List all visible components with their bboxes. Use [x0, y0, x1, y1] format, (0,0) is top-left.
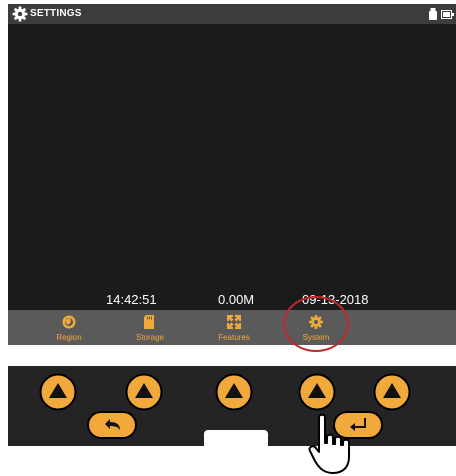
up-button[interactable]: [125, 373, 163, 411]
region-icon: [62, 315, 76, 329]
title-bar: SETTINGS: [8, 4, 456, 24]
storage-readout: 0.00M: [218, 292, 255, 307]
up-button[interactable]: [215, 373, 253, 411]
menu-item-label: Storage: [135, 333, 165, 342]
menu-item-label: Region: [56, 333, 82, 342]
device-screen: SETTINGS 14:42:51 0.00M 09-13-2018 Regio…: [8, 4, 456, 345]
panel-notch: [204, 430, 268, 454]
menu-item-region[interactable]: Region: [31, 310, 107, 345]
menu-item-storage[interactable]: Storage: [112, 310, 188, 345]
settings-menu: Region Storage Features System: [8, 310, 456, 345]
usb-icon: [429, 8, 437, 20]
menu-item-features[interactable]: Features: [196, 310, 272, 345]
battery-icon: [441, 10, 454, 19]
pointing-hand-icon: [308, 413, 350, 474]
time-readout: 14:42:51: [106, 292, 157, 307]
up-button[interactable]: [298, 373, 336, 411]
gear-icon: [12, 6, 28, 22]
sd-card-icon: [144, 315, 154, 329]
up-button[interactable]: [373, 373, 411, 411]
selection-highlight-ring: [283, 296, 349, 352]
features-icon: [227, 315, 241, 329]
page-title: SETTINGS: [30, 8, 82, 19]
back-button[interactable]: [87, 411, 137, 439]
menu-item-label: Features: [218, 333, 250, 342]
up-button[interactable]: [39, 373, 77, 411]
